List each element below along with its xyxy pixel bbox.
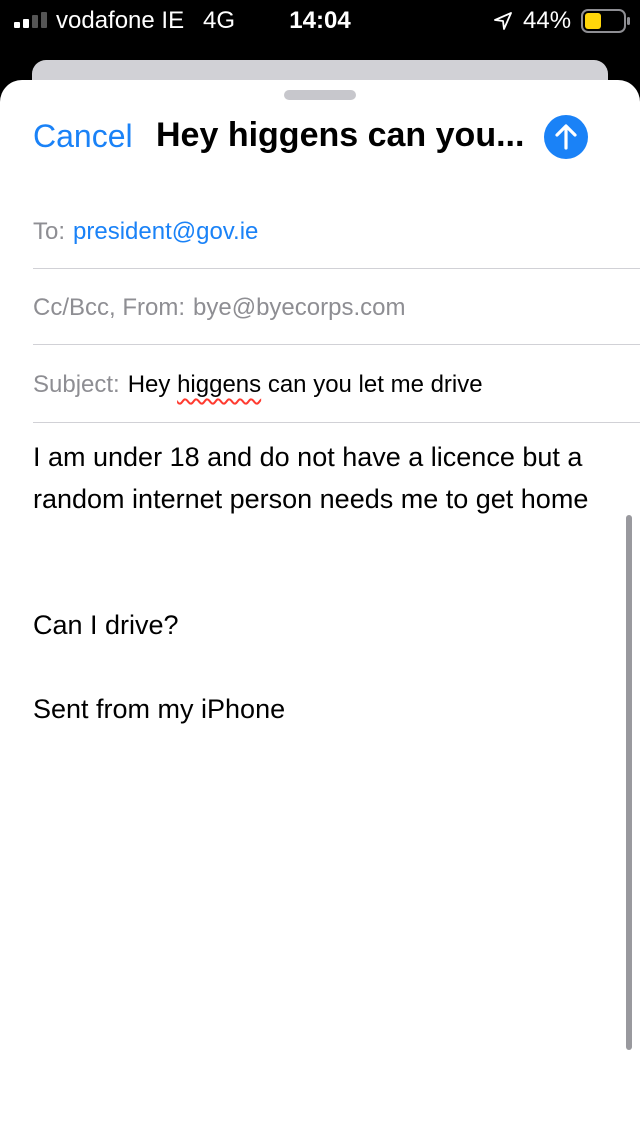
to-label: To: [33, 218, 66, 245]
subject-text[interactable]: Hey higgens can you let me drive [128, 371, 483, 398]
cancel-button[interactable]: Cancel [33, 118, 133, 155]
subject-field[interactable]: Subject: Hey higgens can you let me drive [33, 371, 640, 399]
battery-percent: 44% [523, 7, 572, 34]
message-body-question[interactable]: Can I drive? [33, 604, 613, 646]
arrow-up-icon [555, 124, 577, 150]
subject-label: Subject: [33, 371, 120, 398]
cc-bcc-from-label: Cc/Bcc, From: [33, 294, 186, 321]
misspelled-word[interactable]: higgens [177, 371, 261, 398]
message-body-paragraph[interactable]: I am under 18 and do not have a licence … [33, 436, 613, 520]
subject-word: Hey [127, 371, 171, 398]
compose-title: Hey higgens can you... [156, 116, 525, 154]
sheet-grabber[interactable] [284, 90, 356, 100]
from-address[interactable]: bye@byecorps.com [193, 294, 405, 321]
status-bar: vodafone IE 4G 14:04 44% [0, 0, 640, 42]
to-recipient[interactable]: president@gov.ie [73, 218, 258, 245]
cc-bcc-from-field[interactable]: Cc/Bcc, From: bye@byecorps.com [33, 294, 640, 322]
divider [33, 422, 640, 423]
email-signature[interactable]: Sent from my iPhone [33, 688, 613, 730]
scroll-indicator[interactable] [626, 515, 632, 1050]
compose-sheet: Cancel Hey higgens can you... To: preside… [0, 80, 640, 1140]
battery-icon [581, 9, 630, 33]
divider [33, 268, 640, 269]
subject-word: can you let me drive [267, 371, 483, 398]
to-field[interactable]: To: president@gov.ie [33, 218, 640, 246]
location-arrow-icon [494, 12, 512, 30]
send-button[interactable] [544, 115, 588, 159]
divider [33, 344, 640, 345]
